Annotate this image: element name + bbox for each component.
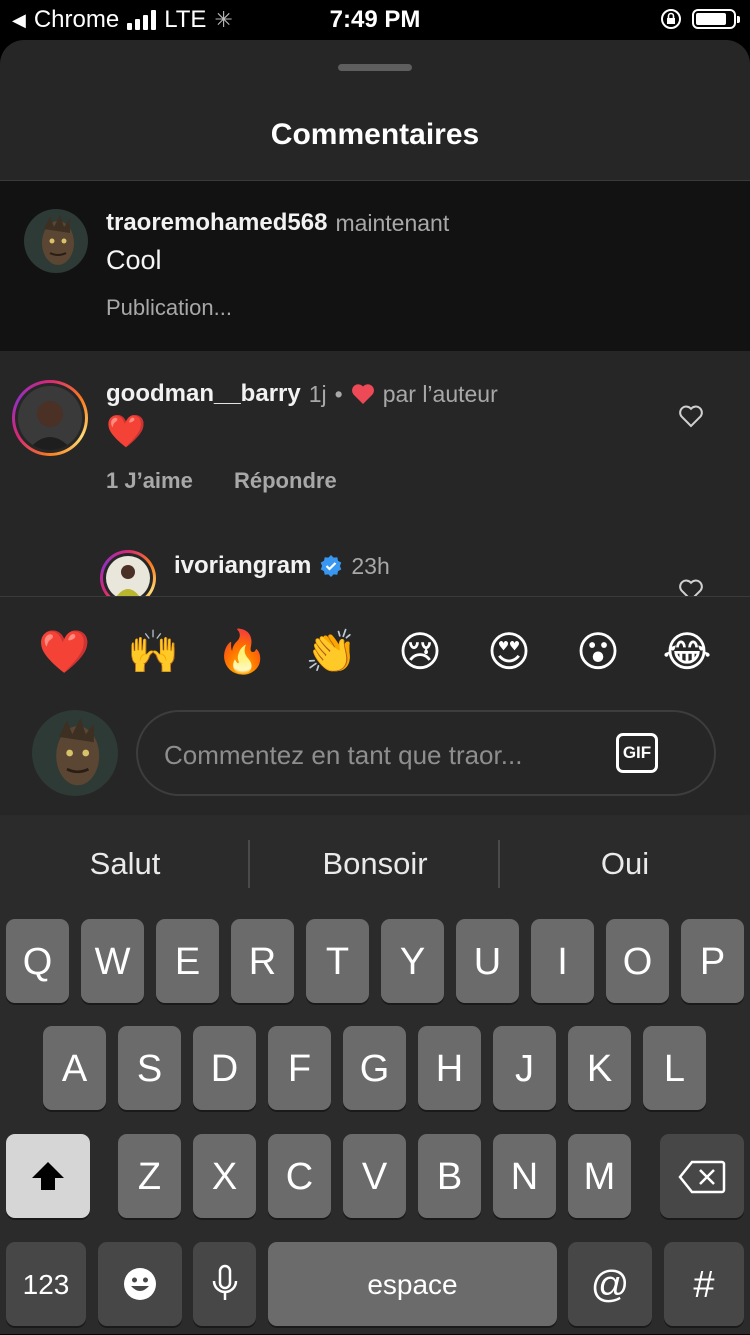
key-b[interactable]: B xyxy=(418,1134,481,1218)
own-username[interactable]: traoremohamed568 xyxy=(106,209,327,237)
story-ring[interactable] xyxy=(12,380,88,456)
keyboard: Salut Bonsoir Oui Q W E R T Y U I O P A … xyxy=(0,815,750,1334)
emoji-key[interactable] xyxy=(98,1242,182,1326)
comment-avatar xyxy=(18,386,82,450)
reply-button[interactable]: Répondre xyxy=(234,468,337,494)
key-f[interactable]: F xyxy=(268,1026,331,1110)
reply-header: ivoriangram 23h xyxy=(174,552,390,580)
key-x[interactable]: X xyxy=(193,1134,256,1218)
battery-fill xyxy=(696,13,726,25)
key-r[interactable]: R xyxy=(231,919,294,1003)
status-time: 7:49 PM xyxy=(329,6,421,33)
reply-avatar xyxy=(106,556,150,600)
reaction-clap-icon[interactable]: 👏 xyxy=(305,627,357,677)
own-comment-text: Cool xyxy=(106,245,162,275)
microphone-icon xyxy=(212,1264,237,1300)
key-q[interactable]: Q xyxy=(6,919,69,1003)
quick-reactions-bar: ❤️ 🙌 🔥 👏 😢 😍 😮 😂 xyxy=(0,596,750,715)
comment-time: 1j xyxy=(308,380,327,407)
suggestion-1[interactable]: Salut xyxy=(0,815,250,910)
own-avatar[interactable] xyxy=(24,209,88,273)
reaction-heart-icon[interactable]: ❤️ xyxy=(38,627,90,677)
key-s[interactable]: S xyxy=(118,1026,181,1110)
status-bar: ◀ Chrome LTE ✳ 7:49 PM xyxy=(0,0,750,40)
reaction-surprised-icon[interactable]: 😮 xyxy=(573,627,623,677)
key-p[interactable]: P xyxy=(681,919,744,1003)
key-a[interactable]: A xyxy=(43,1026,106,1110)
key-n[interactable]: N xyxy=(493,1134,556,1218)
comment-composer: GIF xyxy=(0,700,750,815)
suggestion-bar: Salut Bonsoir Oui xyxy=(0,815,750,910)
gif-button[interactable]: GIF xyxy=(616,733,658,773)
key-y[interactable]: Y xyxy=(381,919,444,1003)
space-key[interactable]: espace xyxy=(268,1242,557,1326)
sheet-title: Commentaires xyxy=(270,118,480,151)
backspace-key[interactable] xyxy=(660,1134,744,1218)
key-d[interactable]: D xyxy=(193,1026,256,1110)
battery-icon xyxy=(692,9,740,29)
suggestion-3[interactable]: Oui xyxy=(500,815,750,910)
key-k[interactable]: K xyxy=(568,1026,631,1110)
key-o[interactable]: O xyxy=(606,919,669,1003)
drag-handle[interactable] xyxy=(338,64,412,71)
own-comment-time: maintenant xyxy=(335,209,450,236)
comment-input-container[interactable]: GIF xyxy=(136,710,716,796)
author-heart-icon xyxy=(351,384,374,404)
comment-input[interactable] xyxy=(162,732,596,778)
key-j[interactable]: J xyxy=(493,1026,556,1110)
key-v[interactable]: V xyxy=(343,1134,406,1218)
key-m[interactable]: M xyxy=(568,1134,631,1218)
emoji-face-icon xyxy=(124,1268,156,1300)
reply-time: 23h xyxy=(351,552,390,579)
numbers-key[interactable]: 123 xyxy=(6,1242,86,1326)
own-comment-header: traoremohamed568 maintenant xyxy=(106,209,449,237)
backspace-icon xyxy=(678,1160,726,1194)
key-w[interactable]: W xyxy=(81,919,144,1003)
reaction-heart-eyes-icon[interactable]: 😍 xyxy=(484,627,534,677)
reaction-laughing-icon[interactable]: 😂 xyxy=(662,627,712,677)
hash-key[interactable]: # xyxy=(664,1242,744,1326)
key-g[interactable]: G xyxy=(343,1026,406,1110)
key-e[interactable]: E xyxy=(156,919,219,1003)
key-l[interactable]: L xyxy=(643,1026,706,1110)
orientation-lock-icon xyxy=(661,9,681,29)
publishing-status: Publication... xyxy=(106,295,232,320)
key-i[interactable]: I xyxy=(531,919,594,1003)
comment-likes[interactable]: 1 J’aime xyxy=(106,468,193,494)
dictation-key[interactable] xyxy=(193,1242,256,1326)
reaction-crying-icon[interactable]: 😢 xyxy=(395,627,445,677)
comment-header: goodman__barry 1j • par l’auteur xyxy=(106,380,498,408)
shift-icon xyxy=(32,1162,64,1190)
reaction-fire-icon[interactable]: 🔥 xyxy=(216,627,268,677)
verified-badge-icon xyxy=(321,555,342,577)
composer-avatar xyxy=(32,710,118,796)
shift-key[interactable] xyxy=(6,1134,90,1218)
meta-separator: • xyxy=(334,380,343,407)
key-h[interactable]: H xyxy=(418,1026,481,1110)
at-key[interactable]: @ xyxy=(568,1242,652,1326)
status-right xyxy=(660,8,740,30)
comment-text: ❤️ xyxy=(106,413,146,449)
key-z[interactable]: Z xyxy=(118,1134,181,1218)
key-t[interactable]: T xyxy=(306,919,369,1003)
key-c[interactable]: C xyxy=(268,1134,331,1218)
reaction-raised-hands-icon[interactable]: 🙌 xyxy=(127,627,179,677)
liked-by-author-label: par l’auteur xyxy=(382,380,498,407)
reply-username[interactable]: ivoriangram xyxy=(174,552,311,580)
like-heart-icon[interactable] xyxy=(677,402,705,430)
own-comment: traoremohamed568 maintenant Cool Publica… xyxy=(0,181,750,351)
comment-username[interactable]: goodman__barry xyxy=(106,380,301,408)
key-u[interactable]: U xyxy=(456,919,519,1003)
suggestion-2[interactable]: Bonsoir xyxy=(250,815,500,910)
